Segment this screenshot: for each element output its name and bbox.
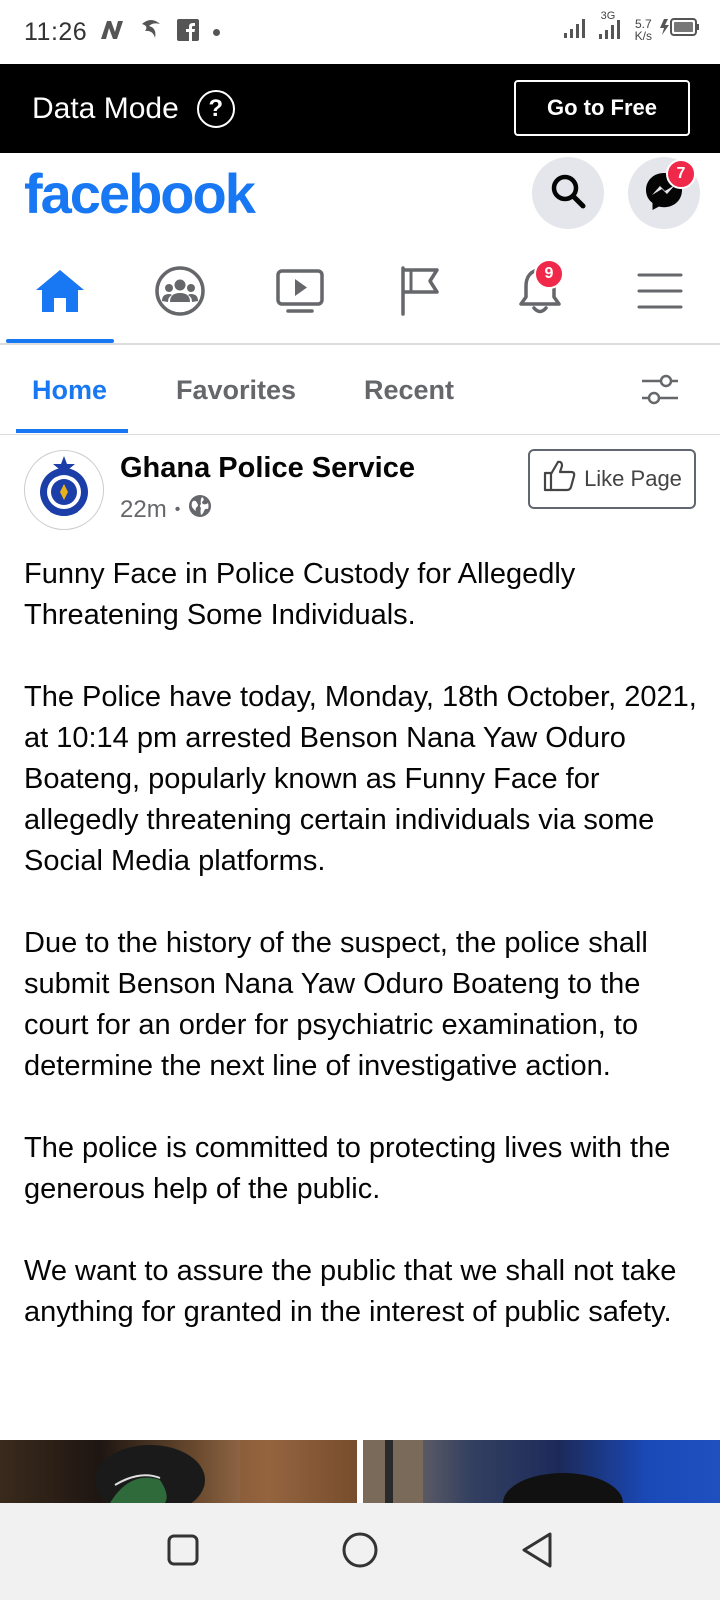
- facebook-header: facebook 7: [0, 153, 720, 243]
- nav-notifications[interactable]: 9: [480, 243, 600, 343]
- feed-tab-active-indicator: [16, 429, 128, 433]
- tab-recent[interactable]: Recent: [364, 375, 454, 406]
- tab-favorites[interactable]: Favorites: [176, 375, 296, 406]
- menu-icon: [637, 271, 683, 316]
- post-paragraph: We want to assure the public that we sha…: [24, 1255, 677, 1328]
- back-triangle-icon: [520, 1531, 554, 1574]
- help-icon[interactable]: ?: [196, 89, 235, 128]
- nav-menu[interactable]: [600, 243, 720, 343]
- status-right-icons: 3G 5.7 K/s: [563, 10, 700, 45]
- main-nav-bar: 9: [0, 243, 720, 345]
- post-paragraph: Due to the history of the suspect, the p…: [24, 927, 648, 1082]
- post-images: [0, 1440, 720, 1503]
- signal-icon: [563, 15, 589, 44]
- app-swirl-icon: [139, 18, 163, 47]
- n-app-icon: [99, 19, 125, 46]
- post-paragraph: Funny Face in Police Custody for Alleged…: [24, 558, 576, 631]
- data-mode-bar: Data Mode ? Go to Free: [0, 64, 720, 153]
- post-meta: 22m •: [120, 494, 212, 525]
- post-header: Ghana Police Service 22m • Like Page: [0, 436, 720, 536]
- net-speed-unit: K/s: [634, 28, 652, 43]
- network-type-label: 3G: [600, 10, 616, 22]
- status-time: 11:26: [24, 17, 88, 46]
- thumbs-up-icon: [542, 459, 578, 499]
- home-circle-icon: [341, 1531, 379, 1574]
- watch-icon: [274, 268, 326, 319]
- page-name[interactable]: Ghana Police Service: [120, 452, 415, 485]
- status-notification-icons: [99, 18, 221, 47]
- messenger-button[interactable]: 7: [628, 157, 700, 229]
- data-mode-label: Data Mode: [32, 91, 179, 125]
- system-navigation-bar: [0, 1503, 720, 1600]
- feed-filter-icon[interactable]: [640, 373, 680, 412]
- like-page-button[interactable]: Like Page: [528, 449, 696, 509]
- messenger-badge: 7: [666, 159, 696, 189]
- like-page-label: Like Page: [584, 466, 682, 491]
- recents-square-icon: [166, 1533, 200, 1572]
- police-crest-icon: [28, 452, 100, 529]
- search-icon: [548, 171, 588, 216]
- network-3g-signal-icon: 3G: [597, 10, 627, 45]
- post-body: Funny Face in Police Custody for Alleged…: [24, 554, 704, 1374]
- post-paragraph: The Police have today, Monday, 18th Octo…: [24, 681, 697, 877]
- post-paragraph: The police is committed to protecting li…: [24, 1132, 671, 1205]
- feed-tabs: Home Favorites Recent: [0, 347, 720, 435]
- home-system-button[interactable]: [337, 1529, 383, 1575]
- globe-icon: [188, 494, 212, 525]
- nav-home[interactable]: [0, 243, 120, 343]
- nav-groups[interactable]: [120, 243, 240, 343]
- post-time[interactable]: 22m: [120, 496, 167, 524]
- more-notifications-dot: [213, 28, 221, 36]
- status-bar: 11:26 3G 5.7 K/s: [0, 0, 720, 64]
- facebook-notification-icon: [177, 18, 200, 46]
- page-avatar[interactable]: [24, 450, 104, 530]
- pages-flag-icon: [397, 265, 443, 322]
- meta-separator: •: [174, 500, 181, 518]
- battery-charging-icon: [660, 16, 700, 43]
- tab-home[interactable]: Home: [32, 375, 107, 406]
- groups-icon: [154, 265, 206, 322]
- post-photo-2[interactable]: [363, 1440, 720, 1503]
- nav-pages[interactable]: [360, 243, 480, 343]
- notifications-badge: 9: [534, 259, 564, 289]
- home-icon: [34, 268, 86, 319]
- nav-watch[interactable]: [240, 243, 360, 343]
- net-speed: 5.7 K/s: [635, 18, 652, 42]
- facebook-logo[interactable]: facebook: [24, 161, 256, 226]
- nav-active-indicator: [6, 339, 114, 343]
- go-to-free-button[interactable]: Go to Free: [514, 80, 690, 136]
- recents-button[interactable]: [160, 1529, 206, 1575]
- search-button[interactable]: [532, 157, 604, 229]
- back-button[interactable]: [514, 1529, 560, 1575]
- post-photo-1[interactable]: [0, 1440, 357, 1503]
